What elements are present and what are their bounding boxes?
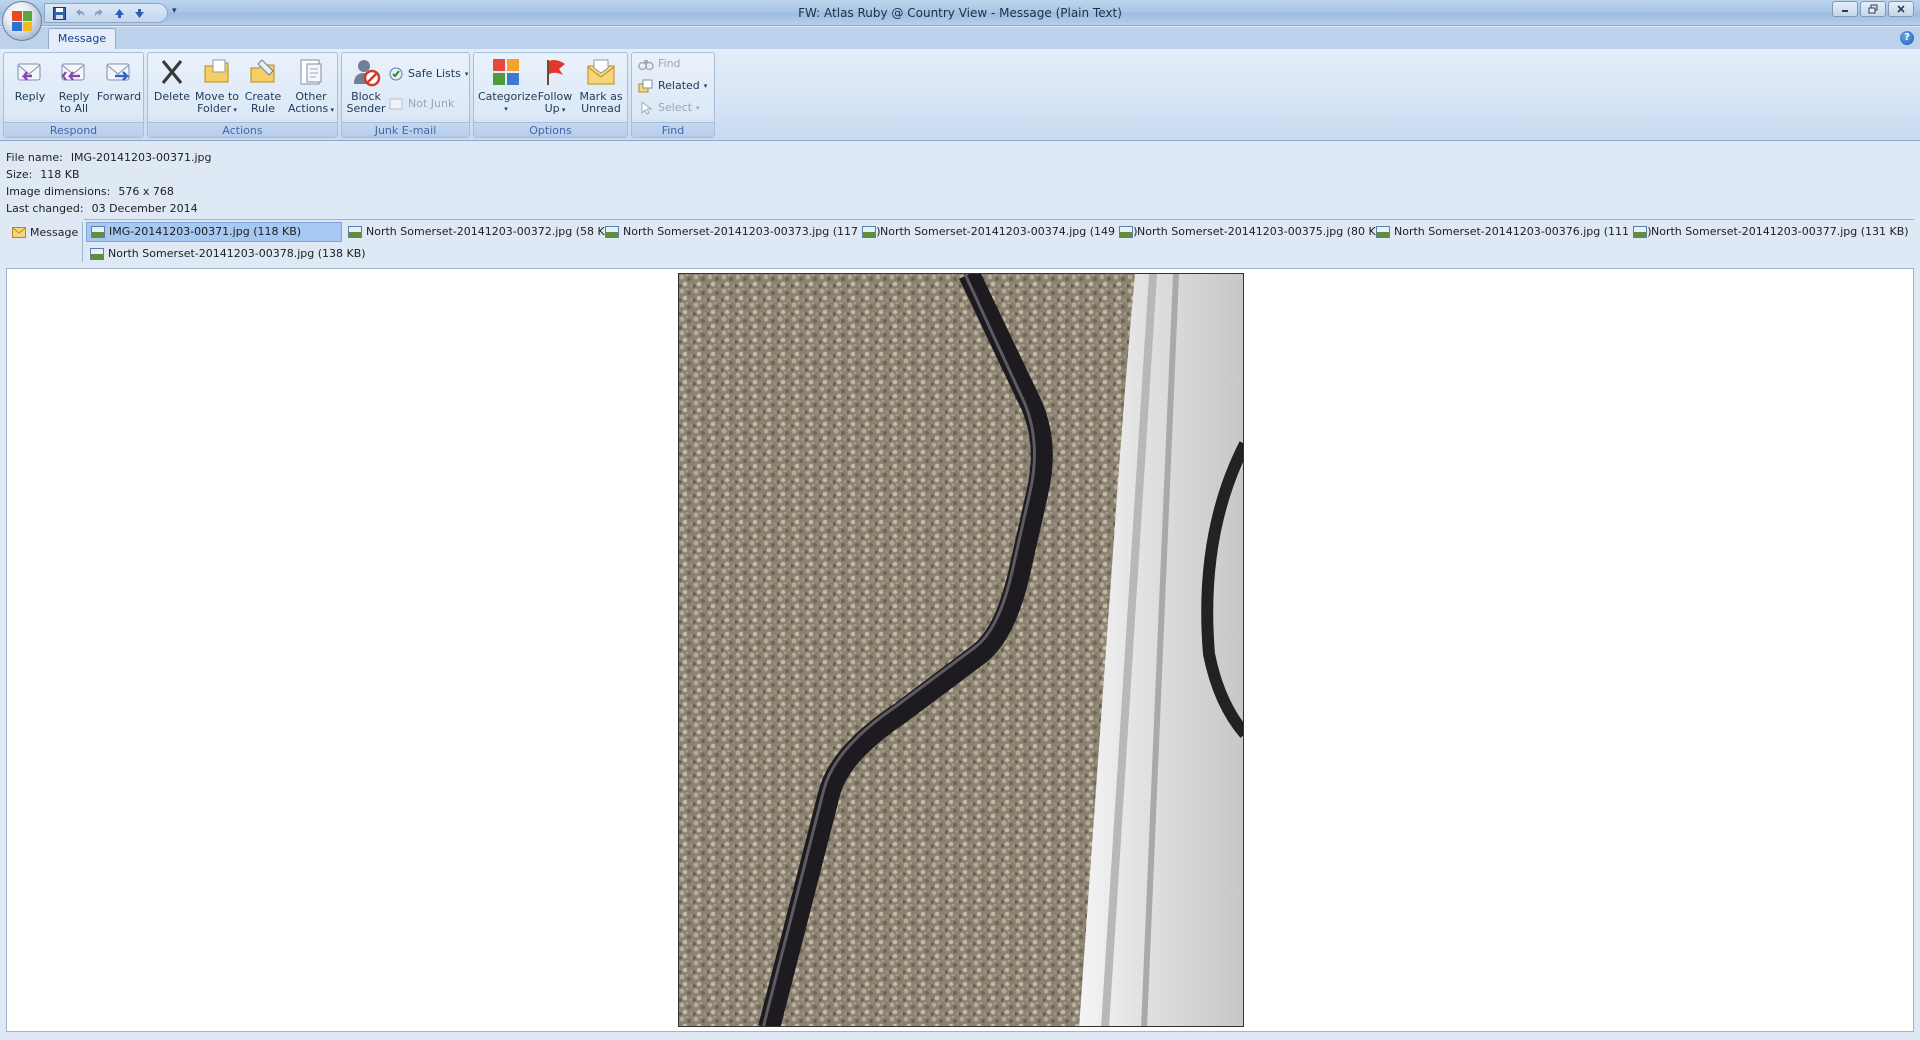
window-title: FW: Atlas Ruby @ Country View - Message … [798,6,1122,20]
message-tab[interactable]: Message [8,222,80,242]
next-item-icon[interactable] [131,5,147,21]
size-value: 118 KB [40,168,80,181]
related-button[interactable]: Related ▾ [638,77,707,95]
image-dimensions-value: 576 x 768 [118,185,174,198]
close-button[interactable] [1888,1,1914,17]
image-file-icon [348,226,362,238]
forward-icon [106,63,130,81]
office-button-icon[interactable] [2,1,42,41]
not-junk-icon [389,98,403,110]
attachment-item[interactable]: North Somerset-20141203-00377.jpg (131 K… [1629,222,1909,242]
related-icon [638,79,653,93]
quick-access-toolbar [44,3,168,23]
group-respond: Reply Reply to All Forward Respond [3,52,144,138]
envelope-icon [12,227,26,238]
other-actions-button[interactable]: Other Actions ▾ [286,56,336,116]
other-actions-icon [300,59,322,85]
attachment-item[interactable]: North Somerset-20141203-00374.jpg (149 K… [858,222,1138,242]
block-sender-icon [354,60,381,87]
attachments-vertical-divider [82,222,83,262]
attachment-preview-pane [6,268,1914,1032]
attachment-item[interactable]: North Somerset-20141203-00373.jpg (117 K… [601,222,881,242]
image-file-icon [91,226,105,238]
image-file-icon [1633,226,1647,238]
group-label-respond: Respond [4,122,143,137]
group-label-junk-email: Junk E-mail [342,122,469,137]
block-sender-button[interactable]: Block Sender [345,56,387,115]
create-rule-icon [250,59,275,83]
attachment-file-info: File name: IMG-20141203-00371.jpg Size: 11… [6,149,212,217]
select-button[interactable]: Select ▾ [638,99,699,117]
move-to-folder-button[interactable]: Move to Folder ▾ [194,56,240,116]
group-actions: Delete Move to Folder ▾ Create Rule Othe… [147,52,338,138]
not-junk-button[interactable]: Not Junk [388,95,454,113]
forward-button[interactable]: Forward [96,56,142,103]
create-rule-button[interactable]: Create Rule [242,56,284,115]
last-changed-label: Last changed: [6,202,84,215]
tab-message[interactable]: Message [48,28,116,49]
attachment-item[interactable]: North Somerset-20141203-00372.jpg (58 KB… [344,222,617,242]
group-label-actions: Actions [148,122,337,137]
group-label-find: Find [632,122,714,137]
image-file-icon [90,248,104,260]
folder-icon [204,59,229,83]
reply-icon [17,63,41,81]
minimize-button[interactable] [1832,1,1858,17]
ribbon-tab-row: Message ? [0,27,1920,49]
attachment-item[interactable]: North Somerset-20141203-00378.jpg (138 K… [86,244,366,264]
attachment-item[interactable]: North Somerset-20141203-00375.jpg (80 KB… [1115,222,1388,242]
attachment-image-preview [678,273,1244,1027]
redo-icon[interactable] [91,5,107,21]
follow-up-button[interactable]: Follow Up ▾ [534,56,576,116]
select-cursor-icon [641,100,653,115]
image-file-icon [1376,226,1390,238]
customize-toolbar-icon[interactable]: ▾ [172,6,184,20]
reply-button[interactable]: Reply [10,56,50,103]
safe-lists-button[interactable]: Safe Lists ▾ [388,65,468,83]
previous-item-icon[interactable] [111,5,127,21]
delete-button[interactable]: Delete [152,56,192,103]
last-changed-value: 03 December 2014 [91,202,198,215]
undo-icon[interactable] [71,5,87,21]
image-dimensions-label: Image dimensions: [6,185,111,198]
ribbon: Reply Reply to All Forward Respond Delet… [0,49,1920,141]
group-find: Find Related ▾ Select ▾ Find [631,52,715,138]
mark-unread-icon [587,59,615,85]
size-label: Size: [6,168,33,181]
file-name-value: IMG-20141203-00371.jpg [70,151,212,164]
attachments-divider [84,219,1914,220]
image-file-icon [1119,226,1133,238]
help-icon[interactable]: ? [1900,31,1914,45]
attachment-item[interactable]: IMG-20141203-00371.jpg (118 KB) [86,222,342,242]
group-label-options: Options [474,122,627,137]
save-icon[interactable] [51,5,67,21]
flag-icon [547,60,565,85]
binoculars-icon [638,60,654,71]
title-bar: FW: Atlas Ruby @ Country View - Message … [0,0,1920,26]
file-name-label: File name: [6,151,63,164]
mark-as-unread-button[interactable]: Mark as Unread [578,56,624,115]
group-junk-email: Block Sender Safe Lists▾ Not Junk ↘ Junk… [341,52,470,138]
delete-icon [161,59,183,85]
reply-all-button[interactable]: Reply to All [52,56,96,115]
categorize-icon [493,59,519,85]
image-file-icon [862,226,876,238]
image-file-icon [605,226,619,238]
find-button[interactable]: Find [638,55,681,73]
attachment-item[interactable]: North Somerset-20141203-00376.jpg (111 K… [1372,222,1652,242]
restore-button[interactable] [1860,1,1886,17]
photo-content [679,274,1243,1026]
group-options: Categorize ▾ Follow Up ▾ Mark as Unread … [473,52,628,138]
safe-lists-icon [389,67,403,81]
categorize-button[interactable]: Categorize ▾ [478,56,537,115]
reply-all-icon [61,63,85,81]
